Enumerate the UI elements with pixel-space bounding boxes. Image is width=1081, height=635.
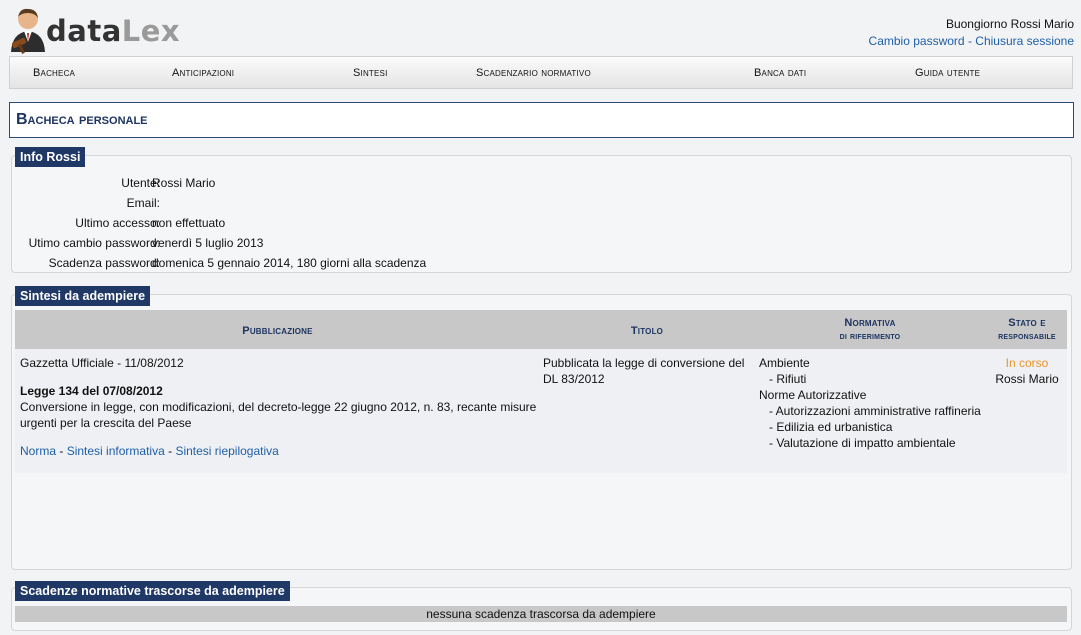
nav-item-banca-dati[interactable]: Banca dati <box>754 67 806 79</box>
info-panel: Utente: Rossi Mario Email: Ultimo access… <box>11 155 1072 273</box>
normativa-item: - Valutazione di impatto ambientale <box>769 436 956 450</box>
lawyer-avatar-icon <box>11 8 45 54</box>
normativa-item: Norme Autorizzative <box>759 388 867 402</box>
change-password-link[interactable]: Cambio password <box>869 34 965 48</box>
pub-description-line2: urgenti per la crescita del Paese <box>20 416 192 430</box>
column-header-normativa[interactable]: Normativa di riferimento <box>800 317 940 342</box>
info-row-email: Email: <box>12 196 712 214</box>
normativa-item: - Edilizia ed urbanistica <box>769 420 893 434</box>
info-row-scadenza-password: Scadenza password: domenica 5 gennaio 20… <box>12 256 712 274</box>
logout-link[interactable]: Chiusura sessione <box>975 34 1074 48</box>
responsabile: Rossi Mario <box>995 372 1059 386</box>
greeting: Buongiorno Rossi Mario <box>945 17 1074 31</box>
info-label: Utimo cambio password: <box>28 236 160 250</box>
info-row-cambio-password: Utimo cambio password: venerdì 5 luglio … <box>12 236 712 254</box>
info-value: domenica 5 gennaio 2014, 180 giorni alla… <box>152 256 427 270</box>
datalex-logo[interactable]: dataLex <box>8 6 180 54</box>
info-row-utente: Utente: Rossi Mario <box>12 176 712 194</box>
info-label: Email: <box>126 196 160 210</box>
pub-legge: Legge 134 del 07/08/2012 <box>20 384 163 398</box>
norma-link[interactable]: Norma <box>20 444 56 458</box>
info-label: Utente: <box>121 176 160 190</box>
column-header-normativa-line1: Normativa <box>844 317 896 329</box>
column-header-stato[interactable]: Stato e responsabile <box>981 317 1073 342</box>
column-header-stato-line2: responsabile <box>998 331 1056 342</box>
sintesi-riepilogativa-link[interactable]: Sintesi riepilogativa <box>175 444 278 458</box>
scadenze-empty-message: nessuna scadenza trascorsa da adempiere <box>15 606 1067 622</box>
page-title: Bacheca personale <box>16 111 148 128</box>
scadenze-panel-tab: Scadenze normative trascorse da adempier… <box>15 581 290 601</box>
logo-text-data: data <box>46 14 122 48</box>
column-header-normativa-line2: di riferimento <box>839 331 901 342</box>
status-badge: In corso <box>1005 356 1049 370</box>
nav-item-bacheca[interactable]: Bacheca <box>33 67 75 79</box>
titolo-line1: Pubblicata la legge di conversione del <box>543 356 745 370</box>
info-label: Ultimo accesso: <box>75 216 160 230</box>
info-label: Scadenza password: <box>48 256 160 270</box>
titolo-line2: DL 83/2012 <box>543 372 605 386</box>
link-separator: - <box>59 444 64 458</box>
nav-item-sintesi[interactable]: Sintesi <box>353 67 388 79</box>
normativa-item: - Autorizzazioni amministrative raffiner… <box>769 404 981 418</box>
header: dataLex Buongiorno Rossi Mario Cambio pa… <box>0 0 1081 56</box>
column-header-stato-line1: Stato e <box>1008 317 1046 329</box>
info-row-ultimo-accesso: Ultimo accesso: non effettuato <box>12 216 712 234</box>
pub-description-line1: Conversione in legge, con modificazioni,… <box>20 400 537 414</box>
link-separator: - <box>967 34 972 48</box>
pub-gazzetta: Gazzetta Ufficiale - 11/08/2012 <box>20 356 184 370</box>
nav-item-scadenzario[interactable]: Scadenzario normativo <box>476 67 591 79</box>
sintesi-table-header: Pubblicazione Titolo Normativa di riferi… <box>15 310 1067 349</box>
normativa-item: - Rifiuti <box>769 372 807 386</box>
session-links: Cambio password - Chiusura sessione <box>869 34 1074 48</box>
info-value: non effettuato <box>152 216 226 230</box>
column-header-titolo[interactable]: Titolo <box>575 325 719 337</box>
logo-text-lex: Lex <box>121 14 181 48</box>
pub-links: Norma - Sintesi informativa - Sintesi ri… <box>20 443 279 459</box>
table-row: Gazzetta Ufficiale - 11/08/2012 Legge 13… <box>15 349 1067 473</box>
info-value: Rossi Mario <box>152 176 216 190</box>
logo-text: dataLex <box>46 14 180 48</box>
main-nav: Bacheca Anticipazioni Sintesi Scadenzari… <box>9 56 1073 89</box>
link-separator: - <box>168 444 173 458</box>
info-panel-tab: Info Rossi <box>15 147 86 167</box>
nav-item-anticipazioni[interactable]: Anticipazioni <box>172 67 234 79</box>
sintesi-panel-tab: Sintesi da adempiere <box>15 286 151 306</box>
column-header-pubblicazione[interactable]: Pubblicazione <box>155 325 400 337</box>
page-title-box: Bacheca personale <box>9 102 1074 138</box>
sintesi-informativa-link[interactable]: Sintesi informativa <box>67 444 165 458</box>
normativa-item: Ambiente <box>759 356 810 370</box>
info-value: venerdì 5 luglio 2013 <box>152 236 264 250</box>
nav-item-guida-utente[interactable]: Guida utente <box>915 67 980 79</box>
